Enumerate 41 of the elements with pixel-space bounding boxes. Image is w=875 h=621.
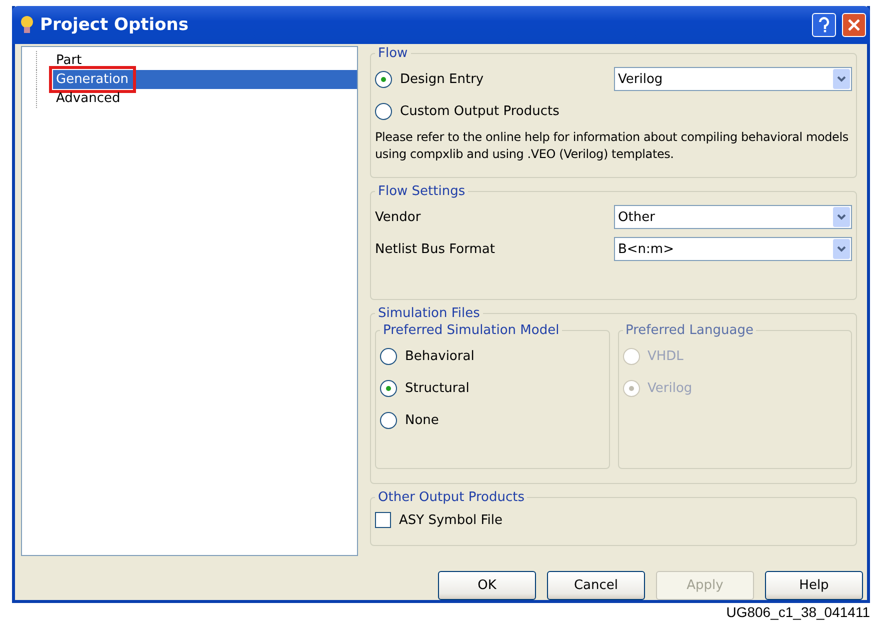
help-button[interactable] (812, 13, 836, 37)
lightbulb-icon (20, 15, 34, 35)
dropdown[interactable]: Verilog (614, 67, 852, 91)
radio-button[interactable] (380, 412, 397, 428)
radio-button[interactable] (380, 348, 397, 364)
group-title: Preferred Simulation Model (382, 323, 560, 338)
checkbox[interactable] (375, 512, 391, 528)
field-label: Netlist Bus Format (375, 242, 495, 256)
tree-item[interactable]: Part (53, 51, 85, 70)
close-button[interactable] (842, 13, 866, 37)
radio-label: VHDL (648, 348, 684, 364)
tree-item[interactable]: Advanced (53, 89, 124, 108)
close-icon (848, 19, 860, 31)
checkbox-label: ASY Symbol File (399, 512, 503, 528)
radio-label: Design Entry (400, 72, 484, 86)
field-label: Vendor (375, 210, 421, 224)
dropdown[interactable]: B<n:m> (614, 237, 852, 261)
group-title: Flow (377, 46, 409, 61)
group-title: Other Output Products (377, 490, 526, 505)
dialog-button[interactable]: OK (438, 571, 536, 600)
radio-label: Behavioral (405, 348, 474, 364)
radio-label: Custom Output Products (400, 104, 560, 118)
help-note: Please refer to the online help for information about compiling behavioral models using compxlib and using .VEO (Verilog) templates. (375, 129, 850, 163)
group-title: Simulation Files (377, 306, 481, 321)
dropdown-button[interactable] (833, 239, 850, 259)
dialog-button[interactable]: Help (765, 571, 863, 600)
radio-label: Structural (405, 380, 470, 396)
dropdown-button[interactable] (833, 69, 850, 89)
radio-button[interactable] (380, 380, 397, 396)
dropdown[interactable]: Other (614, 205, 852, 229)
group-title: Preferred Language (624, 323, 754, 338)
radio-label: Verilog (648, 380, 692, 396)
figure-caption: UG806_c1_38_041411 (726, 604, 870, 620)
radio-label: None (405, 412, 439, 428)
dropdown-button[interactable] (833, 207, 850, 227)
help-icon (818, 17, 830, 33)
radio-button[interactable] (375, 70, 392, 88)
dialog-button[interactable]: Cancel (547, 571, 645, 600)
radio-button[interactable] (375, 102, 392, 120)
group-title: Flow Settings (377, 184, 466, 199)
window-title: Project Options (40, 15, 190, 35)
